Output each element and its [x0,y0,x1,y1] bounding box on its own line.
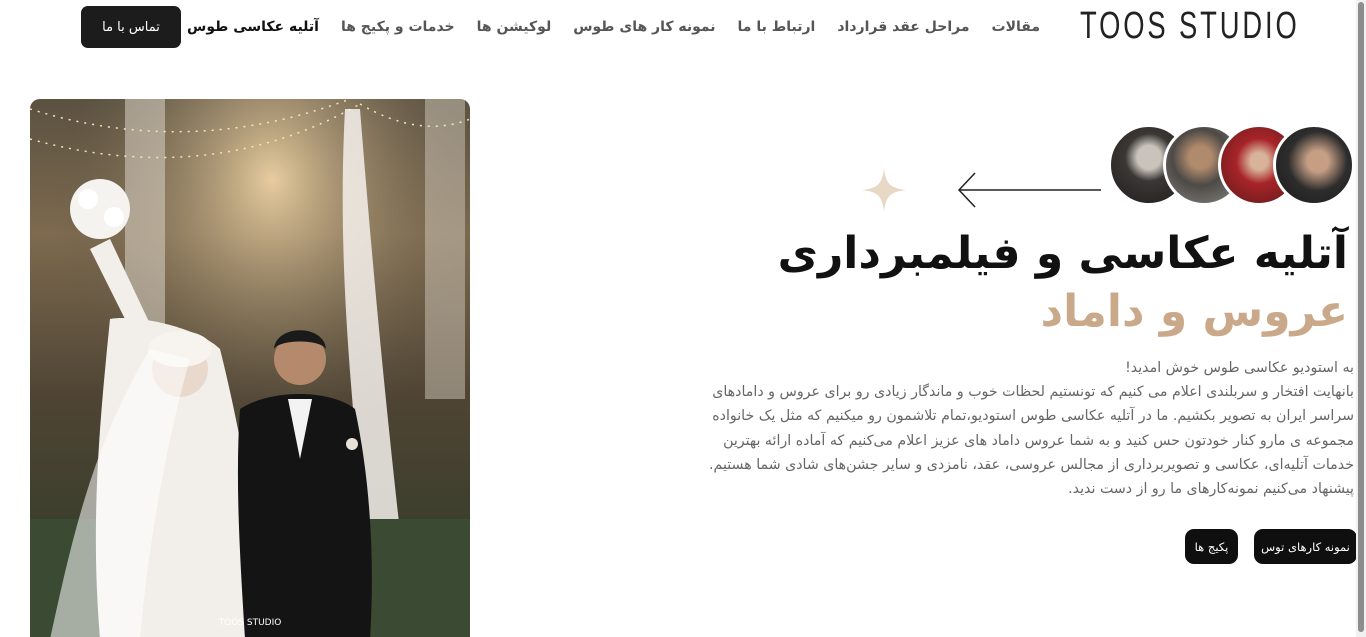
portfolio-button[interactable]: نمونه کارهای توس [1254,529,1357,564]
hero-wedding-photo: TOOS STUDIO [30,99,470,637]
sparkle-icon [862,168,906,212]
intro-line: خدمات آتلیه‌ای، عکاسی و تصویربرداری از م… [709,456,1354,473]
nav-item-contact[interactable]: ارتباط با ما [738,19,816,35]
site-logo[interactable]: TOOS STUDIO [1080,6,1297,46]
nav-item-portfolio[interactable]: نمونه کار های طوس [573,19,715,35]
main-nav: آتلیه عکاسی طوس استودیو خدمات و پکیج ها … [128,14,1040,40]
contact-us-button[interactable]: تماس با ما [81,6,181,48]
nav-item-services[interactable]: خدمات و پکیج ها [341,19,455,35]
wedding-photo-illustration: TOOS STUDIO [30,99,470,637]
hero-subtitle: عروس و داماد [1040,286,1348,337]
nav-item-locations[interactable]: لوکیشن ها [477,19,552,35]
intro-line: مجموعه ی مارو کنار خودتون حس کنید و به ش… [723,432,1354,449]
photo-watermark: TOOS STUDIO [218,618,282,628]
intro-line: پیشنهاد می‌کنیم نمونه‌کارهای ما رو از دس… [1068,481,1354,498]
intro-text: به استودیو عکاسی طوس خوش امدید! بانهایت … [654,356,1354,501]
packages-button[interactable]: پکیج ها [1185,529,1238,564]
client-avatars [1108,124,1355,206]
nav-item-articles[interactable]: مقالات [992,19,1041,35]
avatar [1273,124,1355,206]
nav-item-contract-steps[interactable]: مراحل عقد قرارداد [837,19,969,35]
hero-title: آتلیه عکاسی و فیلمبرداری [777,228,1348,279]
intro-line: به استودیو عکاسی طوس خوش امدید! [1125,360,1354,376]
scrollbar-thumb[interactable] [1358,2,1364,632]
arrow-left-icon [957,172,1101,208]
intro-line: بانهایت افتخار و سربلندی اعلام می کنیم ک… [712,384,1354,401]
intro-line: سراسر ایران به تصویر بکشیم. ما در آتلیه … [712,408,1354,425]
